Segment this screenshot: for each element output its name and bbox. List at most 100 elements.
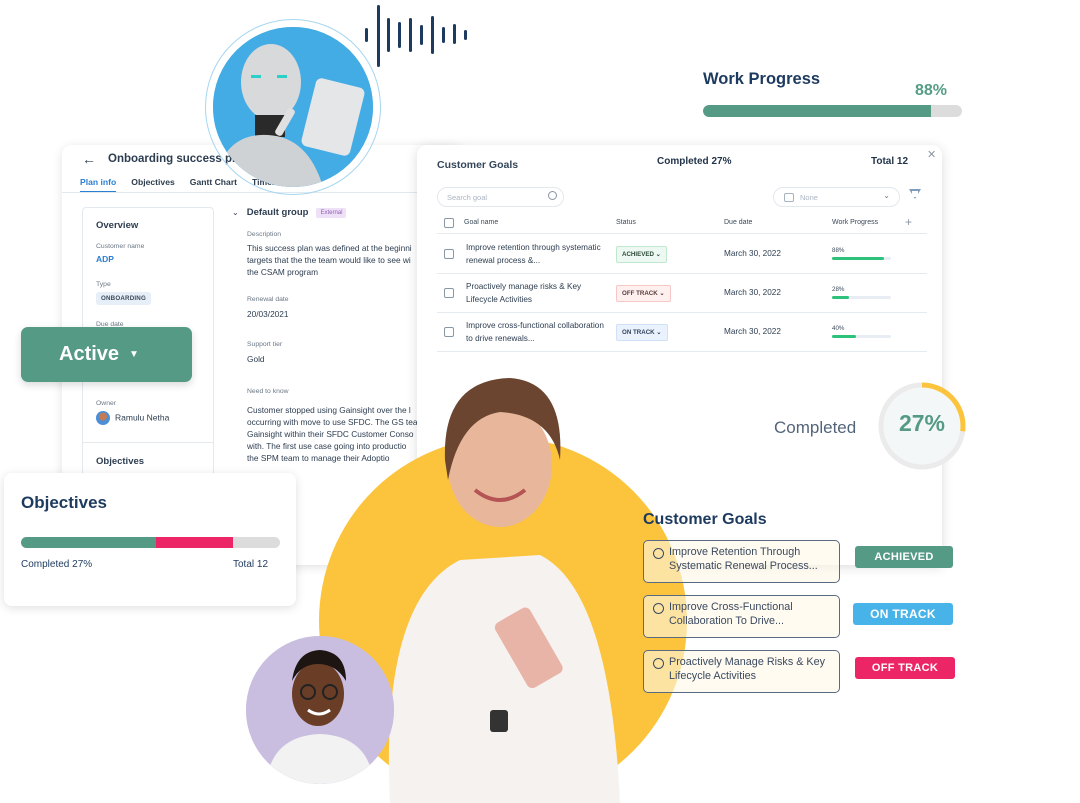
status-dropdown[interactable]: OFF TRACK ⌄ — [616, 285, 671, 302]
progress-label: 40% — [832, 325, 845, 332]
renewal-date-label: Renewal date — [247, 296, 289, 303]
radio-circle-icon — [653, 548, 664, 559]
group-by-value: None — [800, 193, 818, 202]
off-track-badge: OFF TRACK — [855, 657, 955, 679]
support-tier-value: Gold — [247, 354, 265, 364]
column-goal-name[interactable]: Goal name — [464, 219, 498, 226]
tab-objectives[interactable]: Objectives — [131, 177, 174, 193]
goal-item-text: Proactively Manage Risks & Key Lifecycle… — [669, 656, 826, 682]
divider — [437, 273, 927, 274]
objectives-section-title: Objectives — [96, 456, 145, 467]
search-goal-input[interactable]: Search goal — [437, 187, 564, 207]
row-checkbox[interactable] — [444, 327, 454, 337]
sound-wave-icon — [365, 0, 475, 70]
row-checkbox[interactable] — [444, 249, 454, 259]
layers-icon — [784, 193, 794, 202]
caret-down-icon: ▼ — [129, 349, 139, 360]
goal-name[interactable]: Improve cross-functional collaboration t… — [466, 319, 606, 345]
goal-name[interactable]: Improve retention through systematic ren… — [466, 241, 606, 267]
owner-avatar — [96, 411, 110, 425]
status-label: OFF TRACK — [622, 290, 658, 297]
goals-panel-title: Customer Goals — [437, 159, 519, 171]
status-label: ON TRACK — [622, 329, 655, 336]
tab-gantt-chart[interactable]: Gantt Chart — [190, 177, 237, 193]
description-label: Description — [247, 231, 281, 238]
column-status[interactable]: Status — [616, 219, 636, 226]
objectives-total: Total 12 — [233, 559, 269, 570]
owner-label: Owner — [96, 400, 117, 407]
external-badge: External — [316, 207, 347, 218]
column-work-progress[interactable]: Work Progress — [832, 219, 878, 226]
off-track-segment — [155, 537, 234, 548]
achieved-badge: ACHIEVED — [855, 546, 953, 568]
divider — [437, 351, 927, 352]
description-line: targets that the the team would like to … — [247, 255, 411, 265]
status-active-dropdown[interactable]: Active ▼ — [21, 327, 192, 382]
work-progress-bar — [703, 105, 962, 117]
objectives-progress-bar — [21, 537, 280, 548]
woman-with-phone-image — [350, 370, 650, 803]
divider — [437, 233, 927, 234]
row-checkbox[interactable] — [444, 288, 454, 298]
goals-total: Total 12 — [871, 156, 909, 167]
completed-segment — [21, 537, 156, 548]
select-all-checkbox[interactable] — [444, 218, 454, 228]
customer-name-link[interactable]: ADP — [96, 254, 114, 264]
chevron-down-icon[interactable]: ⌄ — [232, 208, 239, 217]
description-line: the CSAM program — [247, 267, 319, 277]
robot-avatar-image — [213, 27, 373, 187]
type-label: Type — [96, 281, 111, 288]
group-title: Default group — [246, 207, 309, 218]
customer-goals-overlay-title: Customer Goals — [643, 511, 767, 528]
filter-icon[interactable] — [909, 189, 921, 199]
status-dropdown[interactable]: ACHIEVED ⌄ — [616, 246, 667, 263]
goal-item[interactable]: Proactively Manage Risks & Key Lifecycle… — [643, 650, 840, 693]
goal-item[interactable]: Improve Cross-Functional Collaboration T… — [643, 595, 840, 638]
renewal-date-value: 20/03/2021 — [247, 309, 289, 319]
group-by-select[interactable]: None ⌄ — [773, 187, 900, 207]
progress-fill — [832, 335, 856, 338]
progress-label: 88% — [832, 247, 845, 254]
progress-fill — [832, 296, 849, 299]
radio-circle-icon — [653, 658, 664, 669]
status-label: ACHIEVED — [622, 251, 654, 258]
progress-bar — [832, 257, 891, 260]
goal-name[interactable]: Proactively manage risks & Key Lifecycle… — [466, 280, 606, 306]
completed-ring-percent: 27% — [898, 410, 946, 436]
work-progress-fill — [703, 105, 931, 117]
on-track-badge: ON TRACK — [853, 603, 953, 625]
description-line: This success plan was defined at the beg… — [247, 243, 412, 253]
radio-circle-icon — [653, 603, 664, 614]
objectives-completed: Completed 27% — [21, 559, 93, 570]
column-due-date[interactable]: Due date — [724, 219, 752, 226]
type-chip: ONBOARDING — [96, 292, 151, 305]
progress-label: 28% — [832, 286, 845, 293]
completed-ring-label: Completed — [774, 418, 857, 437]
arrow-left-icon[interactable]: ← — [82, 151, 96, 167]
progress-bar — [832, 335, 891, 338]
active-label: Active — [59, 343, 120, 365]
owner: Ramulu Netha — [96, 411, 169, 425]
work-progress-percent: 88% — [915, 82, 948, 99]
search-placeholder: Search goal — [447, 193, 488, 202]
due-date: March 30, 2022 — [724, 327, 781, 336]
goals-completed: Completed 27% — [657, 156, 732, 167]
need-to-know-label: Need to know — [247, 388, 289, 395]
status-dropdown[interactable]: ON TRACK ⌄ — [616, 324, 668, 341]
man-avatar-image — [246, 636, 394, 784]
goal-item[interactable]: Improve Retention Through Systematic Ren… — [643, 540, 840, 583]
progress-bar — [832, 296, 891, 299]
close-icon[interactable]: ✕ — [927, 148, 936, 161]
progress-fill — [832, 257, 884, 260]
divider — [62, 192, 462, 193]
add-column-icon[interactable]: + — [905, 215, 912, 229]
due-date: March 30, 2022 — [724, 249, 781, 258]
due-date: March 30, 2022 — [724, 288, 781, 297]
tab-plan-info[interactable]: Plan info — [80, 177, 117, 193]
owner-name: Ramulu Netha — [115, 412, 170, 423]
work-progress-title: Work Progress — [703, 70, 821, 88]
objectives-title: Objectives — [21, 493, 107, 512]
objectives-card: Objectives Completed 27% Total 12 — [4, 473, 296, 606]
overview-title: Overview — [96, 220, 139, 231]
search-icon[interactable] — [548, 191, 557, 200]
